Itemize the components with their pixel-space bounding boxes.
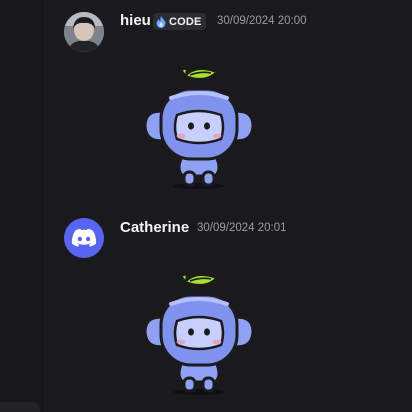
guild-tag-label: CODE <box>169 15 202 28</box>
rail-tab[interactable] <box>0 402 40 412</box>
timestamp-catherine[interactable]: 30/09/2024 20:01 <box>197 222 287 234</box>
left-rail <box>0 0 46 412</box>
timestamp-hieu[interactable]: 30/09/2024 20:00 <box>217 15 307 27</box>
profile-photo <box>64 12 104 52</box>
username-hieu[interactable]: hieu <box>120 12 151 29</box>
wumpus-sticker[interactable] <box>139 62 263 190</box>
chat-area: hieu CODE 30/09/2024 20:00 Catherine 30/… <box>47 0 412 412</box>
flame-icon <box>156 15 166 28</box>
avatar-hieu[interactable] <box>64 12 104 52</box>
discord-logo-icon <box>71 228 97 247</box>
guild-tag[interactable]: CODE <box>153 13 206 30</box>
wumpus-sticker[interactable] <box>139 268 263 396</box>
username-catherine[interactable]: Catherine <box>120 219 189 236</box>
avatar-catherine[interactable] <box>64 218 104 258</box>
